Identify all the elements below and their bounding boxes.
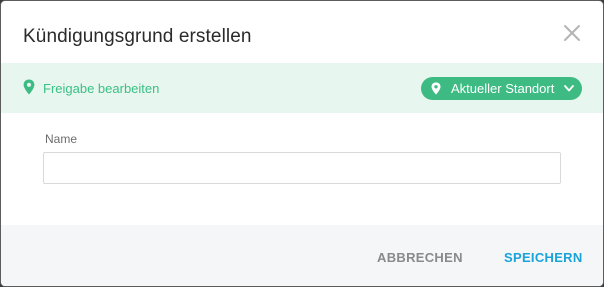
name-field-label: Name — [45, 132, 78, 146]
chevron-down-icon — [564, 85, 574, 92]
dialog-title: Kündigungsgrund erstellen — [23, 26, 252, 47]
map-pin-icon — [431, 82, 441, 95]
dialog-header: Kündigungsgrund erstellen — [1, 1, 603, 67]
share-banner: Freigabe bearbeiten Aktueller Standort — [1, 63, 603, 113]
dialog-footer: ABBRECHEN SPEICHERN — [1, 225, 603, 286]
close-icon — [564, 25, 580, 41]
save-button[interactable]: SPEICHERN — [504, 250, 583, 265]
edit-share-link[interactable]: Freigabe bearbeiten — [43, 81, 159, 96]
cancel-button[interactable]: ABBRECHEN — [377, 250, 463, 265]
map-pin-icon — [23, 79, 35, 95]
create-termination-reason-dialog: Kündigungsgrund erstellen Freigabe bearb… — [0, 0, 604, 287]
location-dropdown-label: Aktueller Standort — [451, 81, 555, 96]
close-button[interactable] — [561, 22, 583, 44]
name-input[interactable] — [43, 152, 561, 184]
location-dropdown[interactable]: Aktueller Standort — [421, 77, 582, 100]
